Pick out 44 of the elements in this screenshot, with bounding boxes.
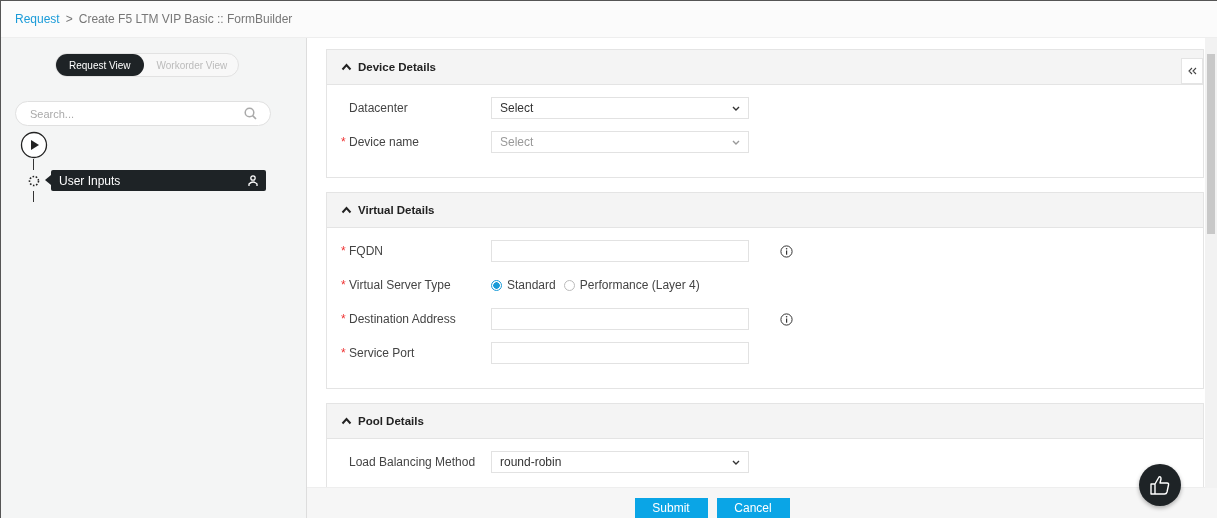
info-icon[interactable] <box>780 244 793 258</box>
breadcrumb-separator: > <box>65 12 73 26</box>
chevron-icon <box>341 63 352 71</box>
required-mark: * <box>341 244 344 258</box>
section-header[interactable]: Virtual Details <box>327 193 1203 228</box>
field-label: Device name <box>349 135 420 149</box>
page-title: Create F5 LTM VIP Basic :: FormBuilder <box>78 12 293 26</box>
field-label: Datacenter <box>349 101 408 115</box>
radio-option[interactable]: Performance (Layer 4) <box>563 278 700 292</box>
thumbs-up-icon <box>1149 474 1171 496</box>
chevron-icon <box>341 206 352 214</box>
radio-button[interactable] <box>491 279 502 291</box>
search-icon <box>244 107 257 120</box>
radio-button[interactable] <box>563 279 575 291</box>
section-header[interactable]: Device Details <box>327 50 1203 85</box>
radio-option[interactable]: Standard <box>491 278 556 292</box>
field-label: Destination Address <box>349 312 456 326</box>
input-field[interactable] <box>491 308 749 330</box>
caret-icon <box>732 139 740 145</box>
field-label: Load Balancing Method <box>349 455 476 469</box>
select-field[interactable]: round-robin <box>491 451 749 473</box>
collapse-button[interactable] <box>1181 58 1203 84</box>
scrollbar[interactable] <box>1205 38 1217 488</box>
required-mark: * <box>341 135 344 149</box>
play-icon[interactable] <box>20 131 48 159</box>
field-label: Virtual Server Type <box>349 278 451 292</box>
view-tab[interactable]: Request View <box>56 54 144 76</box>
chevron-icon <box>341 417 352 425</box>
section-header[interactable]: Pool Details <box>327 404 1203 439</box>
input-field[interactable] <box>491 240 749 262</box>
required-mark: * <box>341 278 344 292</box>
required-mark: * <box>341 312 344 326</box>
field-label: Service Port <box>349 346 415 360</box>
caret-icon <box>732 459 740 465</box>
required-mark: * <box>341 346 344 360</box>
info-icon[interactable] <box>780 312 793 326</box>
caret-icon <box>732 105 740 111</box>
double-chevron-icon <box>1187 67 1197 75</box>
select-field[interactable]: Select <box>491 97 749 119</box>
spinner-icon <box>28 174 40 187</box>
user-icon <box>248 175 258 186</box>
search-field[interactable]: Search... <box>15 101 271 126</box>
field-label: FQDN <box>349 244 383 258</box>
input-field[interactable] <box>491 342 749 364</box>
